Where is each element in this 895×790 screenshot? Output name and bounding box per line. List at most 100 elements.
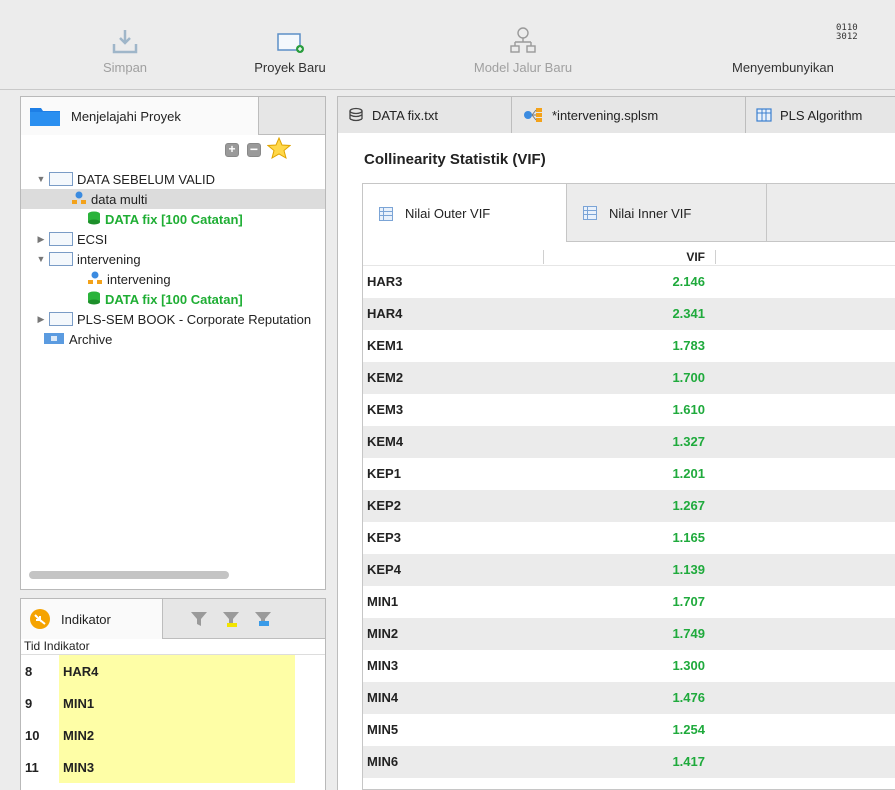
folder-icon	[30, 108, 60, 126]
new-path-model-label: Model Jalur Baru	[473, 60, 573, 75]
vif-value: 1.749	[672, 626, 705, 641]
indicator-row[interactable]: 11 MIN3	[21, 751, 325, 783]
vif-row[interactable]: MIN2 1.749	[363, 618, 895, 650]
binary-icon: 0110 3012	[836, 23, 858, 42]
filter-blue-icon[interactable]	[253, 609, 273, 632]
vif-row[interactable]: HAR4 2.341	[363, 298, 895, 330]
table-icon	[583, 206, 597, 220]
filter-yellow-icon[interactable]	[221, 609, 241, 632]
tree-folder-pls-sem-book[interactable]: ▶ PLS-SEM BOOK - Corporate Reputation	[21, 309, 325, 329]
hide-button[interactable]: 0110 3012 Menyembunyikan	[732, 24, 895, 80]
vif-row[interactable]: HAR3 2.146	[363, 266, 895, 298]
table-icon	[379, 206, 393, 221]
project-folder-icon	[49, 252, 73, 266]
indicator-name: MIN1	[367, 594, 399, 609]
collapse-all-icon[interactable]: −	[247, 142, 261, 157]
indicator-name: KEM3	[367, 402, 404, 417]
expanded-triangle-icon[interactable]: ▼	[35, 174, 47, 184]
indicator-tab[interactable]: Indikator	[21, 599, 163, 639]
project-explorer-tab[interactable]: Menjelajahi Proyek	[21, 97, 259, 135]
vif-value: 1.201	[672, 466, 705, 481]
hide-label: Menyembunyikan	[732, 60, 834, 75]
vif-value: 1.707	[672, 594, 705, 609]
vif-row[interactable]: MIN4 1.476	[363, 682, 895, 714]
tab-pls-algorithm[interactable]: PLS Algorithm	[746, 97, 895, 133]
tree-folder-intervening[interactable]: ▼ intervening	[21, 249, 325, 269]
indicator-name: KEM1	[367, 338, 404, 353]
vif-value: 1.327	[672, 434, 705, 449]
indicator-name: KEP1	[367, 466, 401, 481]
indicator-row[interactable]: 8 HAR4	[21, 655, 325, 687]
tab-inner-vif[interactable]: Nilai Inner VIF	[567, 184, 767, 242]
save-button[interactable]: Simpan	[90, 24, 160, 80]
project-folder-icon	[49, 172, 73, 186]
collapsed-triangle-icon[interactable]: ▶	[35, 234, 47, 245]
vif-rows: HAR3 2.146 HAR4 2.341 KEM1 1.783 KEM2 1.700 KEM3…	[363, 266, 895, 778]
vif-value: 1.700	[672, 370, 705, 385]
indicator-name: KEP2	[367, 498, 401, 513]
indicator-name: KEP3	[367, 530, 401, 545]
expanded-triangle-icon[interactable]: ▼	[35, 254, 47, 264]
vif-row[interactable]: MIN1 1.707	[363, 586, 895, 618]
vif-value: 2.146	[672, 274, 705, 289]
vif-value: 1.165	[672, 530, 705, 545]
table-report-icon	[756, 108, 772, 122]
tab-outer-vif[interactable]: Nilai Outer VIF	[363, 184, 567, 243]
indicator-row[interactable]: 9 MIN1	[21, 687, 325, 719]
download-icon	[90, 24, 160, 54]
database-icon	[87, 211, 101, 228]
path-model-icon	[458, 24, 588, 54]
vif-row[interactable]: KEP2 1.267	[363, 490, 895, 522]
vif-row[interactable]: MIN3 1.300	[363, 650, 895, 682]
project-explorer-tab-label: Menjelajahi Proyek	[71, 108, 181, 124]
tab-intervening-splsm[interactable]: *intervening.splsm	[512, 97, 746, 133]
vif-subtabbar: Nilai Outer VIF Nilai Inner VIF	[363, 184, 895, 243]
vif-row[interactable]: KEP3 1.165	[363, 522, 895, 554]
vif-row[interactable]: KEP1 1.201	[363, 458, 895, 490]
vif-value: 1.417	[672, 754, 705, 769]
database-icon	[87, 291, 101, 308]
tree-data-file[interactable]: DATA fix [100 Catatan]	[21, 209, 325, 229]
favorite-star-icon[interactable]	[266, 136, 292, 162]
tree-model-intervening[interactable]: intervening	[21, 269, 325, 289]
indicator-tabbar: Indikator	[21, 599, 325, 639]
indicator-name: KEP4	[367, 562, 401, 577]
tree-archive[interactable]: Archive	[21, 329, 325, 349]
page-title: Collinearity Statistik (VIF)	[364, 151, 546, 168]
tree-folder-data-sebelum-valid[interactable]: ▼ DATA SEBELUM VALID	[21, 169, 325, 189]
project-folder-icon	[49, 312, 73, 326]
collapsed-triangle-icon[interactable]: ▶	[35, 314, 47, 325]
tree-data-file[interactable]: DATA fix [100 Catatan]	[21, 289, 325, 309]
tab-data-fix-txt[interactable]: DATA fix.txt	[338, 97, 512, 133]
new-project-button[interactable]: Proyek Baru	[245, 24, 335, 80]
vif-table-header: VIF	[363, 242, 895, 266]
save-label: Simpan	[102, 60, 148, 75]
new-path-model-button[interactable]: Model Jalur Baru	[458, 24, 588, 80]
report-content: Collinearity Statistik (VIF) Nilai Outer…	[337, 133, 895, 790]
indicator-name: KEM2	[367, 370, 404, 385]
vif-row[interactable]: KEM2 1.700	[363, 362, 895, 394]
tree-folder-ecsi[interactable]: ▶ ECSI	[21, 229, 325, 249]
vif-row[interactable]: KEM4 1.327	[363, 426, 895, 458]
expand-all-icon[interactable]: +	[225, 143, 239, 157]
indicator-row[interactable]: 10 MIN2	[21, 719, 325, 751]
vif-column-header: VIF	[686, 250, 705, 264]
new-project-icon	[245, 24, 335, 54]
vif-value: 1.254	[672, 722, 705, 737]
vif-row[interactable]: KEM3 1.610	[363, 394, 895, 426]
tree-model-data-multi[interactable]: data multi	[21, 189, 325, 209]
vif-value: 1.476	[672, 690, 705, 705]
vif-row[interactable]: MIN5 1.254	[363, 714, 895, 746]
filter-icon[interactable]	[189, 609, 209, 632]
archive-icon	[43, 331, 65, 348]
vif-row[interactable]: MIN6 1.417	[363, 746, 895, 778]
path-model-icon	[524, 108, 542, 122]
vif-row[interactable]: KEM1 1.783	[363, 330, 895, 362]
indicator-name: MIN6	[367, 754, 399, 769]
project-explorer-tabbar: Menjelajahi Proyek	[21, 97, 325, 135]
indicator-icon	[30, 609, 50, 629]
vif-row[interactable]: KEP4 1.139	[363, 554, 895, 586]
indicator-panel: Indikator Tid Indikator 8 HAR4 9 MIN1 10	[20, 598, 326, 790]
horizontal-scrollbar[interactable]	[29, 571, 229, 579]
tid-column-header: Tid	[24, 639, 41, 653]
